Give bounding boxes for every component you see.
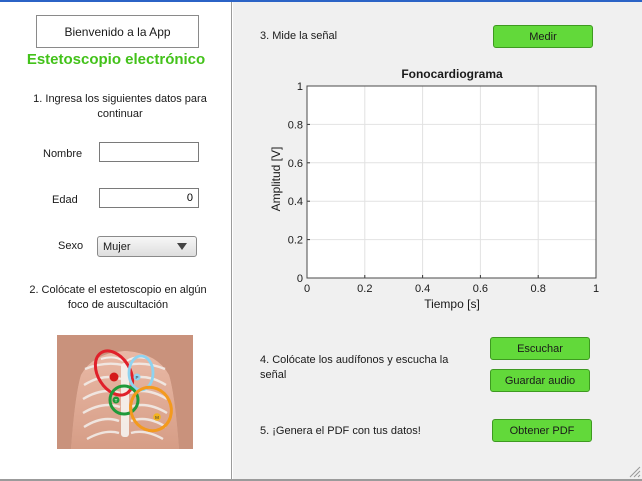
x-tick-label: 0 (304, 283, 310, 295)
name-label: Nombre (43, 148, 83, 160)
plot-background (307, 86, 596, 278)
y-tick-label: 0.4 (288, 196, 303, 208)
left-panel: Bienvenido a la App Estetoscopio electró… (0, 2, 232, 479)
welcome-box: Bienvenido a la App (36, 15, 199, 48)
save-audio-button[interactable]: Guardar audio (490, 369, 590, 392)
focus-label-p: P (135, 375, 138, 380)
welcome-text: Bienvenido a la App (64, 24, 171, 39)
phonocardiogram-chart: Fonocardiograma 0 0.2 0.4 0.6 0.8 1 0 0.2 0.4 0.6… (269, 67, 599, 311)
name-input[interactable] (99, 142, 199, 162)
y-tick-label: 0 (297, 273, 303, 285)
right-panel: 3. Mide la señal Medir Fonocardiograma 0… (233, 2, 642, 479)
focus-label-t: T (115, 398, 118, 403)
resize-grip-icon[interactable] (627, 464, 641, 478)
focus-label-m: M (155, 415, 159, 420)
sex-selected-value: Mujer (103, 240, 131, 253)
chart-title: Fonocardiograma (401, 67, 503, 81)
x-tick-label: 0.4 (415, 283, 430, 295)
plot-area: 0 0.2 0.4 0.6 0.8 1 0 0.2 0.4 0.6 0.8 1 (288, 81, 599, 295)
x-tick-label: 1 (593, 283, 599, 295)
y-tick-label: 0.8 (288, 119, 303, 131)
step3-instruction: 3. Mide la señal (260, 30, 338, 42)
age-input[interactable] (99, 188, 199, 208)
y-tick-label: 0.6 (288, 158, 303, 170)
chest-auscultation-image: P T M (57, 335, 193, 449)
y-axis-label: Amplitud [V] (269, 147, 283, 212)
chevron-down-icon (177, 243, 187, 250)
step1-instruction: 1. Ingresa los siguientes datos para con… (33, 93, 207, 120)
measure-button[interactable]: Medir (493, 25, 593, 48)
sex-dropdown[interactable]: Mujer (97, 236, 197, 257)
y-tick-label: 1 (297, 81, 303, 93)
x-tick-label: 0.8 (531, 283, 546, 295)
x-axis-label: Tiempo [s] (424, 297, 480, 311)
x-tick-label: 0.2 (357, 283, 372, 295)
age-label: Edad (52, 194, 78, 206)
get-pdf-button[interactable]: Obtener PDF (492, 419, 592, 442)
aortic-focus-dot (109, 372, 119, 382)
x-tick-label: 0.6 (473, 283, 488, 295)
app-title: Estetoscopio electrónico (26, 51, 206, 68)
sex-label: Sexo (58, 240, 84, 252)
step2-instruction: 2. Colócate el estetoscopio en algún foc… (29, 284, 207, 311)
y-tick-label: 0.2 (288, 235, 303, 247)
listen-button[interactable]: Escuchar (490, 337, 590, 360)
step4-instruction: 4. Colócate los audífonos y escucha la s… (260, 354, 449, 381)
step5-instruction: 5. ¡Genera el PDF con tus datos! (260, 425, 421, 437)
